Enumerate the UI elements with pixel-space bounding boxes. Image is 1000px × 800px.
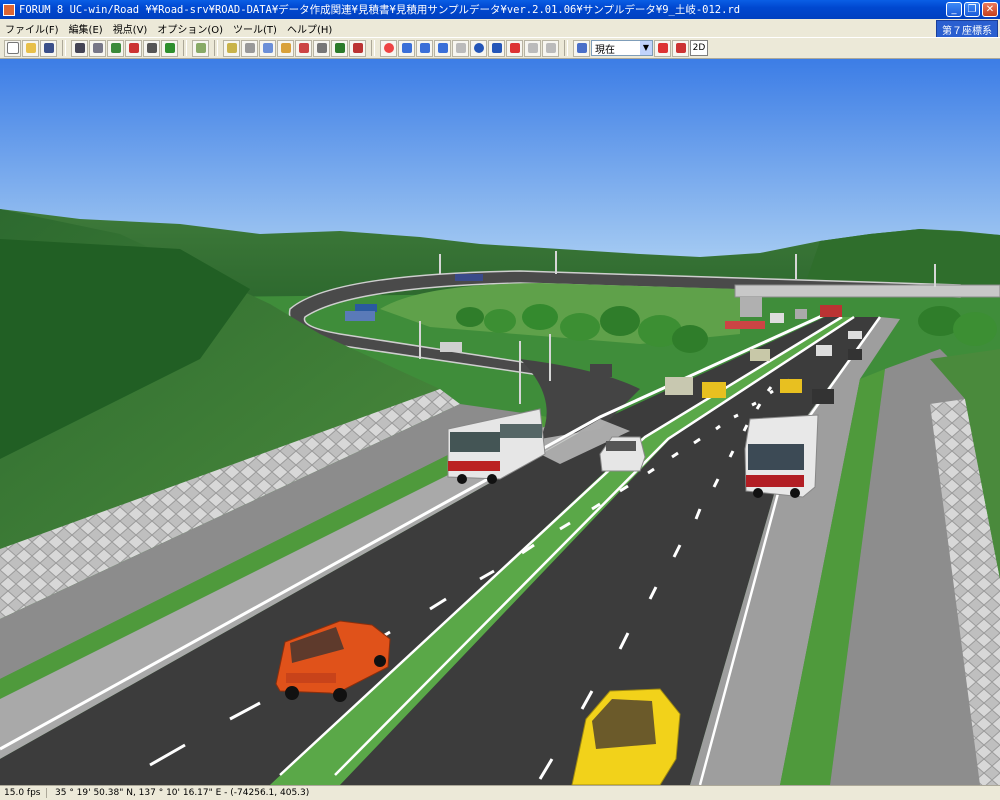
- new-file-icon: [6, 42, 19, 54]
- camera-button[interactable]: [542, 39, 559, 57]
- menu-help[interactable]: ヘルプ(H): [282, 21, 337, 36]
- menu-file[interactable]: ファイル(F): [0, 21, 64, 36]
- toolbar-separator: [62, 40, 66, 56]
- app-icon: [3, 3, 15, 16]
- compass-button[interactable]: [380, 39, 397, 57]
- arrow-up-icon: [401, 43, 412, 53]
- flag-icon: [657, 43, 668, 53]
- scenario-button[interactable]: [349, 39, 366, 57]
- bus-right: [744, 414, 819, 498]
- texture-button[interactable]: [223, 39, 240, 57]
- tunnel-icon: [244, 43, 255, 53]
- tunnel-button[interactable]: [241, 39, 258, 57]
- viewpoint-icon: [576, 43, 587, 53]
- scene-canvas: [0, 59, 1000, 785]
- list-icon: [675, 43, 686, 53]
- menu-view[interactable]: 視点(V): [108, 21, 153, 36]
- rotate-button[interactable]: [452, 39, 469, 57]
- vehicle-icon: [298, 43, 309, 53]
- menu-edit[interactable]: 編集(E): [64, 21, 108, 36]
- window-title: FORUM 8 UC-win/Road ¥¥Road-srv¥ROAD-DATA…: [19, 4, 741, 16]
- menu-options[interactable]: オプション(O): [152, 21, 228, 36]
- route-button[interactable]: [313, 39, 330, 57]
- record-icon: [527, 43, 538, 53]
- 3d-viewport[interactable]: [0, 59, 1000, 785]
- person-button[interactable]: [125, 39, 142, 57]
- viewpoint-select[interactable]: 現在 ▼: [591, 40, 653, 56]
- intersection-icon: [262, 43, 273, 53]
- road-edit-button[interactable]: [71, 39, 88, 57]
- toolbar-separator: [564, 40, 568, 56]
- fly-button[interactable]: [470, 39, 487, 57]
- intersection-button[interactable]: [259, 39, 276, 57]
- viewpoint-select-value: 現在: [595, 44, 615, 56]
- cross-section-icon: [92, 43, 103, 53]
- forest-icon: [334, 43, 345, 53]
- bridge-pier: [740, 297, 762, 317]
- 2d-view-button[interactable]: 2D: [690, 40, 708, 56]
- coordinate-readout: 35 ° 19' 50.38" N, 137 ° 10' 16.17" E - …: [55, 788, 310, 798]
- cross-section-button[interactable]: [89, 39, 106, 57]
- menu-bar: ファイル(F) 編集(E) 視点(V) オプション(O) ツール(T) ヘルプ(…: [0, 19, 1000, 39]
- menu-tools[interactable]: ツール(T): [228, 21, 282, 36]
- save-button[interactable]: [40, 39, 57, 57]
- white-car: [599, 436, 646, 472]
- move-icon: [419, 43, 430, 53]
- rotate-icon: [455, 43, 466, 53]
- terrain-button[interactable]: [107, 39, 124, 57]
- minimize-button[interactable]: _: [946, 2, 962, 17]
- forest-button[interactable]: [331, 39, 348, 57]
- terrain-icon: [110, 43, 121, 53]
- title-bar: FORUM 8 UC-win/Road ¥¥Road-srv¥ROAD-DATA…: [0, 0, 1000, 19]
- walker-button[interactable]: [143, 39, 160, 57]
- walk-button[interactable]: [488, 39, 505, 57]
- vehicle-button[interactable]: [295, 39, 312, 57]
- sign-button[interactable]: [277, 39, 294, 57]
- move-up-button[interactable]: [398, 39, 415, 57]
- toolbar-separator: [371, 40, 375, 56]
- texture-icon: [226, 43, 237, 53]
- maximize-button[interactable]: ❐: [964, 2, 980, 17]
- status-bar: 15.0 fps 35 ° 19' 50.38" N, 137 ° 10' 16…: [0, 785, 1000, 800]
- register-viewpoint-button[interactable]: [654, 39, 671, 57]
- viewpoint-list-button[interactable]: [672, 39, 689, 57]
- toolbar: 現在 ▼ 2D: [0, 37, 1000, 59]
- walker-icon: [146, 43, 157, 53]
- route-icon: [316, 43, 327, 53]
- close-button[interactable]: ✕: [982, 2, 998, 17]
- overpass-bridge: [734, 284, 1000, 298]
- scenario-icon: [352, 43, 363, 53]
- camera-icon: [545, 43, 556, 53]
- model-icon: [195, 43, 206, 53]
- drive-icon: [437, 43, 448, 53]
- road-icon: [74, 43, 85, 53]
- tree-button[interactable]: [161, 39, 178, 57]
- toolbar-separator: [214, 40, 218, 56]
- viewpoint-button[interactable]: [573, 39, 590, 57]
- tree-icon: [164, 43, 175, 53]
- floppy-icon: [43, 43, 54, 53]
- chevron-down-icon: ▼: [640, 41, 652, 55]
- fps-readout: 15.0 fps: [0, 788, 47, 798]
- walk-icon: [491, 43, 502, 53]
- new-file-button[interactable]: [4, 39, 21, 57]
- globe-icon: [473, 43, 484, 53]
- model-button[interactable]: [192, 39, 209, 57]
- open-file-button[interactable]: [22, 39, 39, 57]
- drive-button[interactable]: [434, 39, 451, 57]
- record-button[interactable]: [524, 39, 541, 57]
- sign-icon: [280, 43, 291, 53]
- compass-icon: [383, 43, 394, 53]
- pause-button[interactable]: [506, 39, 523, 57]
- pause-icon: [509, 43, 520, 53]
- move-button[interactable]: [416, 39, 433, 57]
- folder-icon: [25, 43, 36, 53]
- person-icon: [128, 43, 139, 53]
- toolbar-separator: [183, 40, 187, 56]
